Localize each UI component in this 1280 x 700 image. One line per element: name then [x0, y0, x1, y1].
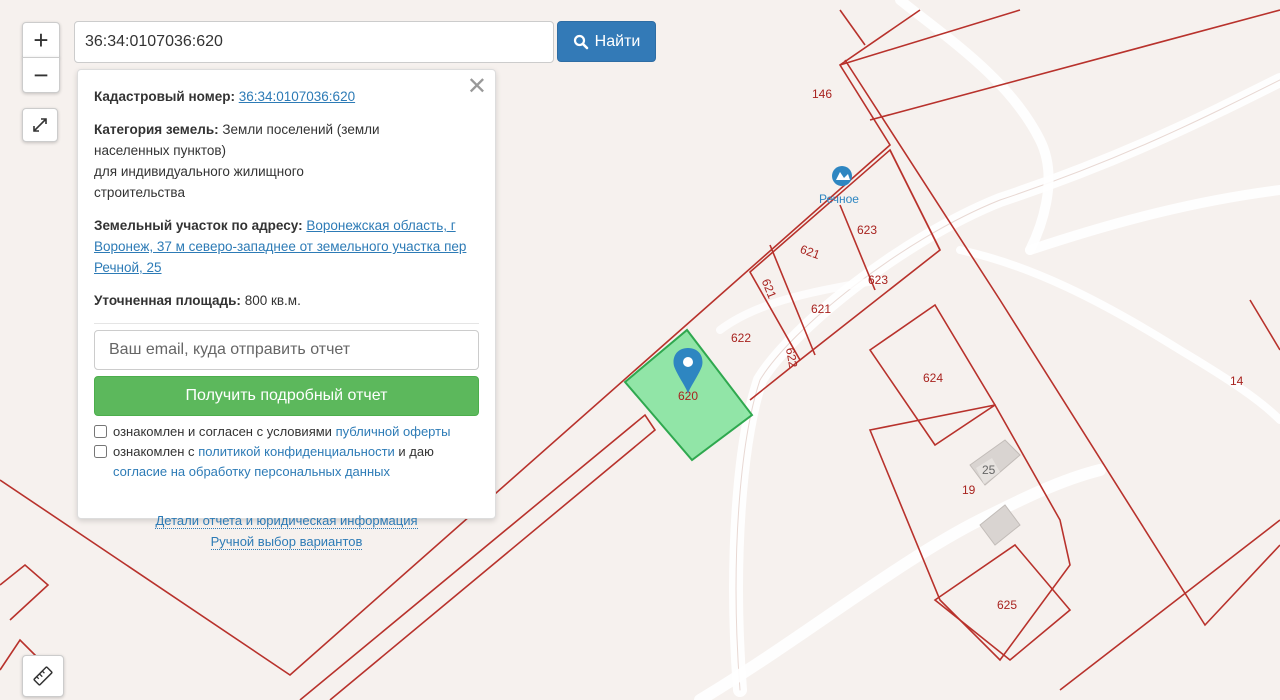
- cadastral-row: Кадастровый номер: 36:34:0107036:620: [94, 86, 479, 107]
- manual-selection-link[interactable]: Ручной выбор вариантов: [210, 534, 363, 550]
- plot-label-14: 14: [1230, 374, 1244, 388]
- area-row: Уточненная площадь: 800 кв.м.: [94, 290, 479, 311]
- address-label: Земельный участок по адресу:: [94, 218, 303, 233]
- search-input[interactable]: [74, 21, 554, 63]
- zoom-out-button[interactable]: −: [22, 57, 60, 93]
- plot-label-624: 624: [923, 371, 943, 385]
- report-details-link[interactable]: Детали отчета и юридическая информация: [155, 513, 418, 529]
- area-value: 800 кв.м.: [244, 293, 301, 308]
- privacy-agreement-row: ознакомлен с политикой конфиденциальност…: [94, 442, 479, 462]
- plot-label-623-a: 623: [857, 223, 877, 237]
- divider: [94, 323, 479, 324]
- personal-data-consent-link[interactable]: согласие на обработку персональных данны…: [94, 462, 479, 482]
- email-input[interactable]: [94, 330, 479, 370]
- cadastral-link[interactable]: 36:34:0107036:620: [239, 89, 355, 104]
- fullscreen-button[interactable]: [22, 108, 58, 142]
- category-use: для индивидуального жилищного строительс…: [94, 164, 304, 200]
- privacy-text: ознакомлен с: [113, 444, 195, 459]
- category-label: Категория земель:: [94, 122, 219, 137]
- plot-info-panel: ✕ Кадастровый номер: 36:34:0107036:620 К…: [77, 69, 496, 550]
- plot-label-621-c: 621: [811, 302, 831, 316]
- get-report-button[interactable]: Получить подробный отчет: [94, 376, 479, 416]
- search-button[interactable]: Найти: [557, 21, 656, 62]
- privacy-suffix: и даю: [398, 444, 434, 459]
- offer-checkbox[interactable]: [94, 425, 107, 438]
- offer-agreement-row: ознакомлен и согласен с условиями публич…: [94, 422, 479, 442]
- search-icon: [573, 34, 588, 49]
- area-label: Уточненная площадь:: [94, 293, 241, 308]
- close-icon[interactable]: ✕: [467, 74, 487, 100]
- footer-links: Детали отчета и юридическая информация Р…: [94, 510, 479, 552]
- house-label-25: 25: [982, 463, 996, 477]
- category-row: Категория земель: Земли поселений (земли…: [94, 119, 394, 203]
- offer-text: ознакомлен и согласен с условиями: [113, 424, 332, 439]
- place-name: Речное: [819, 192, 859, 206]
- plot-label-19: 19: [962, 483, 976, 497]
- plot-label-146: 146: [812, 87, 832, 101]
- ruler-icon: [33, 666, 53, 686]
- privacy-link[interactable]: политикой конфиденциальности: [198, 444, 395, 459]
- plot-label-622-a: 622: [731, 331, 751, 345]
- ruler-button[interactable]: [22, 655, 64, 697]
- cadastral-label: Кадастровый номер:: [94, 89, 235, 104]
- search-button-label: Найти: [594, 32, 641, 50]
- plot-label-625: 625: [997, 598, 1017, 612]
- privacy-checkbox[interactable]: [94, 445, 107, 458]
- expand-icon: [33, 118, 47, 132]
- zoom-in-button[interactable]: +: [22, 22, 60, 58]
- offer-link[interactable]: публичной оферты: [336, 424, 451, 439]
- plot-label-623-b: 623: [868, 273, 888, 287]
- address-row: Земельный участок по адресу: Воронежская…: [94, 215, 479, 278]
